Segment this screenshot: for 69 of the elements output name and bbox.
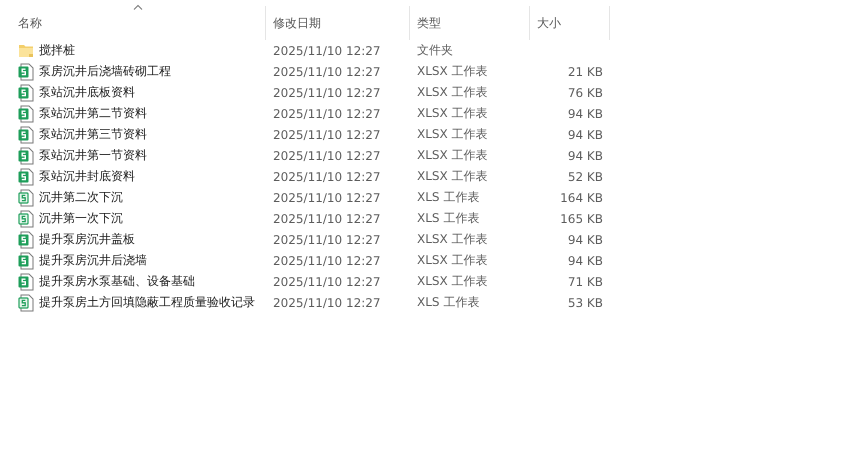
file-type: XLSX 工作表 bbox=[417, 253, 488, 267]
file-size: 94 KB bbox=[568, 148, 603, 162]
file-type: XLS 工作表 bbox=[417, 211, 480, 225]
file-name[interactable]: 搅拌桩 bbox=[39, 42, 75, 59]
file-size: 71 KB bbox=[568, 274, 603, 288]
file-type: XLSX 工作表 bbox=[417, 127, 488, 141]
file-type: XLSX 工作表 bbox=[417, 64, 488, 78]
modified-date: 2025/11/10 12:27 bbox=[273, 254, 381, 268]
modified-date: 2025/11/10 12:27 bbox=[273, 232, 381, 246]
spreadsheet-icon bbox=[18, 294, 34, 312]
file-size: 94 KB bbox=[568, 106, 603, 120]
file-size: 94 KB bbox=[568, 128, 603, 142]
modified-date: 2025/11/10 12:27 bbox=[273, 274, 381, 288]
file-name[interactable]: 沉井第二次下沉 bbox=[39, 189, 123, 206]
file-type: XLS 工作表 bbox=[417, 295, 480, 309]
spreadsheet-icon bbox=[18, 104, 34, 122]
file-size: 165 KB bbox=[560, 212, 603, 226]
file-type: XLSX 工作表 bbox=[417, 85, 488, 99]
file-name[interactable]: 提升泵房沉井盖板 bbox=[39, 231, 135, 248]
folder-icon bbox=[18, 42, 34, 58]
file-type: 文件夹 bbox=[417, 43, 453, 57]
spreadsheet-icon bbox=[18, 252, 34, 270]
file-size: 21 KB bbox=[568, 64, 603, 78]
file-name[interactable]: 泵站沉井第一节资料 bbox=[39, 147, 147, 164]
column-header[interactable]: 类型 bbox=[410, 6, 530, 40]
column-header[interactable]: 修改日期 bbox=[266, 6, 410, 40]
modified-date: 2025/11/10 12:27 bbox=[273, 170, 381, 184]
modified-date: 2025/11/10 12:27 bbox=[273, 64, 381, 78]
modified-date: 2025/11/10 12:27 bbox=[273, 128, 381, 142]
file-name[interactable]: 提升泵房水泵基础、设备基础 bbox=[39, 273, 195, 290]
file-name[interactable]: 泵房沉井后浇墙砖砌工程 bbox=[39, 63, 171, 80]
file-size: 164 KB bbox=[560, 190, 603, 204]
spreadsheet-icon bbox=[18, 126, 34, 144]
spreadsheet-icon bbox=[18, 230, 34, 248]
file-type: XLSX 工作表 bbox=[417, 106, 488, 120]
modified-date: 2025/11/10 12:27 bbox=[273, 212, 381, 226]
modified-date: 2025/11/10 12:27 bbox=[273, 44, 381, 58]
modified-date: 2025/11/10 12:27 bbox=[273, 296, 381, 310]
spreadsheet-icon bbox=[18, 272, 34, 290]
file-name[interactable]: 沉井第一次下沉 bbox=[39, 210, 123, 227]
file-name[interactable]: 提升泵房土方回填隐蔽工程质量验收记录 bbox=[39, 294, 255, 311]
file-size: 94 KB bbox=[568, 232, 603, 246]
modified-date: 2025/11/10 12:27 bbox=[273, 148, 381, 162]
sort-up-icon bbox=[133, 4, 143, 10]
spreadsheet-icon bbox=[18, 62, 34, 80]
spreadsheet-icon bbox=[18, 188, 34, 206]
column-header[interactable]: 大小 bbox=[530, 6, 610, 40]
spreadsheet-icon bbox=[18, 210, 34, 228]
file-type: XLSX 工作表 bbox=[417, 232, 488, 246]
file-name[interactable]: 泵站沉井第三节资料 bbox=[39, 126, 147, 143]
modified-date: 2025/11/10 12:27 bbox=[273, 86, 381, 100]
file-type: XLSX 工作表 bbox=[417, 169, 488, 183]
modified-date: 2025/11/10 12:27 bbox=[273, 190, 381, 204]
file-name[interactable]: 泵站沉井封底资料 bbox=[39, 168, 135, 185]
file-size: 94 KB bbox=[568, 254, 603, 268]
file-type: XLSX 工作表 bbox=[417, 274, 488, 288]
file-name[interactable]: 泵站沉井底板资料 bbox=[39, 84, 135, 101]
file-name[interactable]: 泵站沉井第二节资料 bbox=[39, 105, 147, 122]
file-type: XLS 工作表 bbox=[417, 190, 480, 204]
file-size: 53 KB bbox=[568, 296, 603, 310]
modified-date: 2025/11/10 12:27 bbox=[273, 106, 381, 120]
file-size: 52 KB bbox=[568, 170, 603, 184]
spreadsheet-icon bbox=[18, 146, 34, 164]
spreadsheet-icon bbox=[18, 168, 34, 186]
column-header[interactable]: 名称 bbox=[11, 6, 266, 40]
file-name[interactable]: 提升泵房沉井后浇墙 bbox=[39, 252, 147, 269]
file-type: XLSX 工作表 bbox=[417, 148, 488, 162]
spreadsheet-icon bbox=[18, 84, 34, 102]
file-size: 76 KB bbox=[568, 86, 603, 100]
